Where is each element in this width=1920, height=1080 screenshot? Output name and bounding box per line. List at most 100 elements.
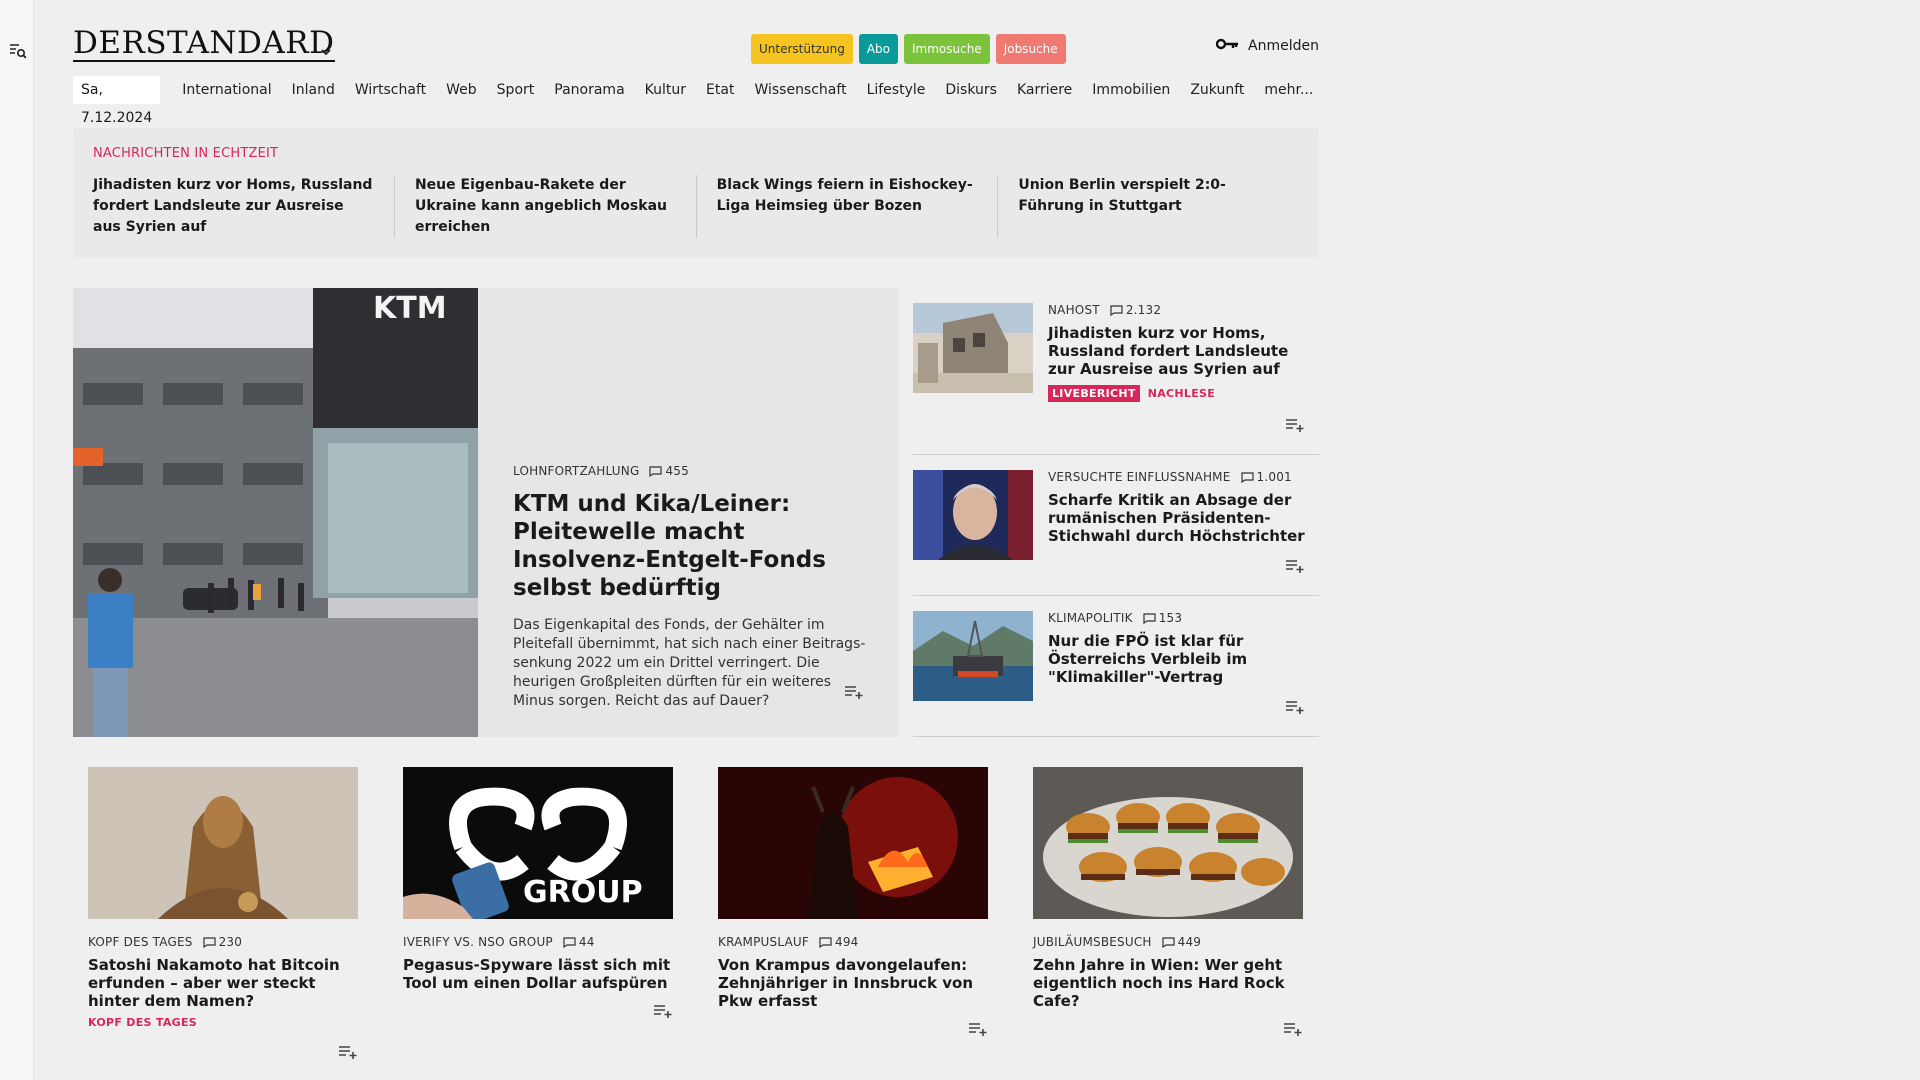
side-kicker: VERSUCHTE EINFLUSSNAHME 1.001 — [1048, 470, 1308, 484]
add-to-list-icon[interactable] — [653, 1003, 673, 1022]
login-label: Anmelden — [1248, 38, 1319, 54]
current-date: Sa, 7.12.2024 — [73, 76, 161, 126]
add-to-list-icon[interactable] — [1285, 558, 1305, 577]
nav-item-panorama[interactable]: Panorama — [554, 82, 624, 98]
comment-count-value: 449 — [1177, 935, 1202, 949]
story-card[interactable]: GROUP IVERIFY VS. NSO GROUP 44 Pegasus-S… — [403, 767, 673, 1067]
side-story[interactable]: VERSUCHTE EINFLUSSNAHME 1.001 Scharfe Kr… — [913, 455, 1319, 596]
comment-count[interactable]: 2.132 — [1110, 303, 1161, 317]
add-to-list-icon[interactable] — [968, 1021, 988, 1040]
nav-item-lifestyle[interactable]: Lifestyle — [867, 82, 926, 98]
nav-item-sport[interactable]: Sport — [497, 82, 535, 98]
comment-count-value: 153 — [1158, 611, 1183, 625]
nav-item-zukunft[interactable]: Zukunft — [1190, 82, 1244, 98]
comment-icon — [202, 936, 216, 948]
support-button[interactable]: Unterstützung — [751, 34, 853, 64]
ticker-item[interactable]: Union Berlin verspielt 2:0-Führung in St… — [997, 175, 1299, 238]
card-kicker-label: IVERIFY VS. NSO GROUP — [403, 935, 553, 949]
card-title[interactable]: Satoshi Nakamoto hat Bitcoin erfunden – … — [88, 956, 358, 1010]
comment-count[interactable]: 455 — [649, 464, 689, 478]
nav-item-web[interactable]: Web — [446, 82, 477, 98]
side-kicker: KLIMAPOLITIK 153 — [1048, 611, 1308, 625]
lead-title[interactable]: KTM und Kika/Leiner: Pleitewelle macht I… — [513, 490, 868, 602]
ticker-item[interactable]: Jihadisten kurz vor Homs, Russland forde… — [93, 175, 394, 238]
add-to-list-icon[interactable] — [1283, 1021, 1303, 1040]
card-title[interactable]: Von Krampus davongelaufen: Zehnjähriger … — [718, 956, 988, 1010]
comment-count[interactable]: 153 — [1143, 611, 1183, 625]
nav-item-wissenschaft[interactable]: Wissenschaft — [754, 82, 846, 98]
side-body: VERSUCHTE EINFLUSSNAHME 1.001 Scharfe Kr… — [1048, 470, 1308, 545]
card-kicker: JUBILÄUMSBESUCH 449 — [1033, 935, 1303, 949]
card-image-nso-logo: GROUP — [403, 767, 673, 919]
chevron-down-icon[interactable] — [319, 42, 333, 56]
card-image-burgers — [1033, 767, 1303, 919]
comment-icon — [819, 936, 832, 948]
card-kicker-label: KOPF DES TAGES — [88, 935, 193, 949]
add-to-list-icon[interactable] — [844, 684, 864, 703]
side-kicker-label: NAHOST — [1048, 303, 1100, 317]
lead-kicker-label: LOHNFORTZAHLUNG — [513, 464, 640, 478]
story-card[interactable]: KRAMPUSLAUF 494 Von Krampus davongelaufe… — [718, 767, 988, 1067]
immosuche-button[interactable]: Immosuche — [903, 34, 990, 64]
side-image-portrait — [913, 470, 1033, 560]
site-header: DERSTANDARD Unterstützung Abo Immosuche … — [73, 0, 1319, 70]
nav-item-immobilien[interactable]: Immobilien — [1092, 82, 1170, 98]
news-ticker: NACHRICHTEN IN ECHTZEIT Jihadisten kurz … — [73, 128, 1319, 258]
card-kicker-label: JUBILÄUMSBESUCH — [1033, 935, 1152, 949]
page: DERSTANDARD Unterstützung Abo Immosuche … — [73, 0, 1319, 1059]
comment-count-value: 455 — [665, 464, 689, 478]
comment-count-value: 2.132 — [1125, 303, 1162, 317]
comment-count[interactable]: 494 — [819, 935, 859, 949]
card-image-krampus — [718, 767, 988, 919]
nav-item-international[interactable]: International — [182, 82, 271, 98]
service-pills: Unterstützung Abo Immosuche Jobsuche — [751, 34, 1066, 64]
comment-icon — [1143, 612, 1156, 624]
ticker-item[interactable]: Black Wings feiern in Eishockey-Liga Hei… — [695, 175, 998, 238]
comment-count[interactable]: 449 — [1162, 935, 1202, 949]
comment-count[interactable]: 1.001 — [1240, 470, 1292, 484]
card-kicker-label: KRAMPUSLAUF — [718, 935, 809, 949]
story-card[interactable]: JUBILÄUMSBESUCH 449 Zehn Jahre in Wien: … — [1033, 767, 1303, 1067]
ktm-sign-text: KTM — [373, 291, 447, 326]
side-image-oil-rig — [913, 611, 1033, 701]
side-kicker-label: VERSUCHTE EINFLUSSNAHME — [1048, 470, 1231, 484]
nav-item-wirtschaft[interactable]: Wirtschaft — [355, 82, 426, 98]
lead-story[interactable]: KTM LOHNFORTZAHLUNG 455 KTM und Kika/Lei… — [73, 288, 898, 737]
nav-item-more[interactable]: mehr... — [1264, 82, 1313, 98]
login-link[interactable]: Anmelden — [1215, 38, 1319, 54]
ticker-title: NACHRICHTEN IN ECHTZEIT — [93, 146, 279, 161]
comment-icon — [1162, 936, 1175, 948]
side-story[interactable]: NAHOST 2.132 Jihadisten kurz vor Homs, R… — [913, 288, 1319, 455]
card-kicker: KOPF DES TAGES 230 — [88, 935, 358, 949]
site-logo[interactable]: DERSTANDARD — [73, 28, 335, 62]
card-title[interactable]: Pegasus-Spyware lässt sich mit Tool um e… — [403, 956, 673, 992]
side-title[interactable]: Scharfe Kritik an Absage der rumänischen… — [1048, 491, 1308, 545]
side-image-ruined-building — [913, 303, 1033, 393]
story-card[interactable]: KOPF DES TAGES 230 Satoshi Nakamoto hat … — [88, 767, 358, 1067]
comment-icon — [1240, 471, 1254, 483]
abo-button[interactable]: Abo — [858, 34, 898, 64]
ticker-item[interactable]: Neue Eigenbau-Rakete der Ukraine kann an… — [393, 175, 696, 238]
left-rail — [0, 0, 34, 1080]
side-body: NAHOST 2.132 Jihadisten kurz vor Homs, R… — [1048, 303, 1308, 402]
card-kicker: KRAMPUSLAUF 494 — [718, 935, 988, 949]
nav-item-kultur[interactable]: Kultur — [645, 82, 686, 98]
nav-item-inland[interactable]: Inland — [292, 82, 335, 98]
side-kicker: NAHOST 2.132 — [1048, 303, 1308, 317]
side-body: KLIMAPOLITIK 153 Nur die FPÖ ist klar fü… — [1048, 611, 1308, 686]
side-story[interactable]: KLIMAPOLITIK 153 Nur die FPÖ ist klar fü… — [913, 596, 1319, 737]
add-to-list-icon[interactable] — [1285, 417, 1305, 436]
nav-item-karriere[interactable]: Karriere — [1017, 82, 1072, 98]
comment-count[interactable]: 44 — [563, 935, 595, 949]
comment-count[interactable]: 230 — [202, 935, 243, 949]
search-menu-icon[interactable] — [9, 43, 27, 59]
card-tag: KOPF DES TAGES — [88, 1016, 198, 1029]
card-title[interactable]: Zehn Jahre in Wien: Wer geht eigentlich … — [1033, 956, 1303, 1010]
side-title[interactable]: Jihadisten kurz vor Homs, Russland forde… — [1048, 324, 1308, 378]
add-to-list-icon[interactable] — [338, 1044, 358, 1063]
add-to-list-icon[interactable] — [1285, 699, 1305, 718]
side-title[interactable]: Nur die FPÖ ist klar für Österreichs Ver… — [1048, 632, 1308, 686]
nav-item-diskurs[interactable]: Diskurs — [945, 82, 997, 98]
jobsuche-button[interactable]: Jobsuche — [995, 34, 1066, 64]
nav-item-etat[interactable]: Etat — [706, 82, 734, 98]
